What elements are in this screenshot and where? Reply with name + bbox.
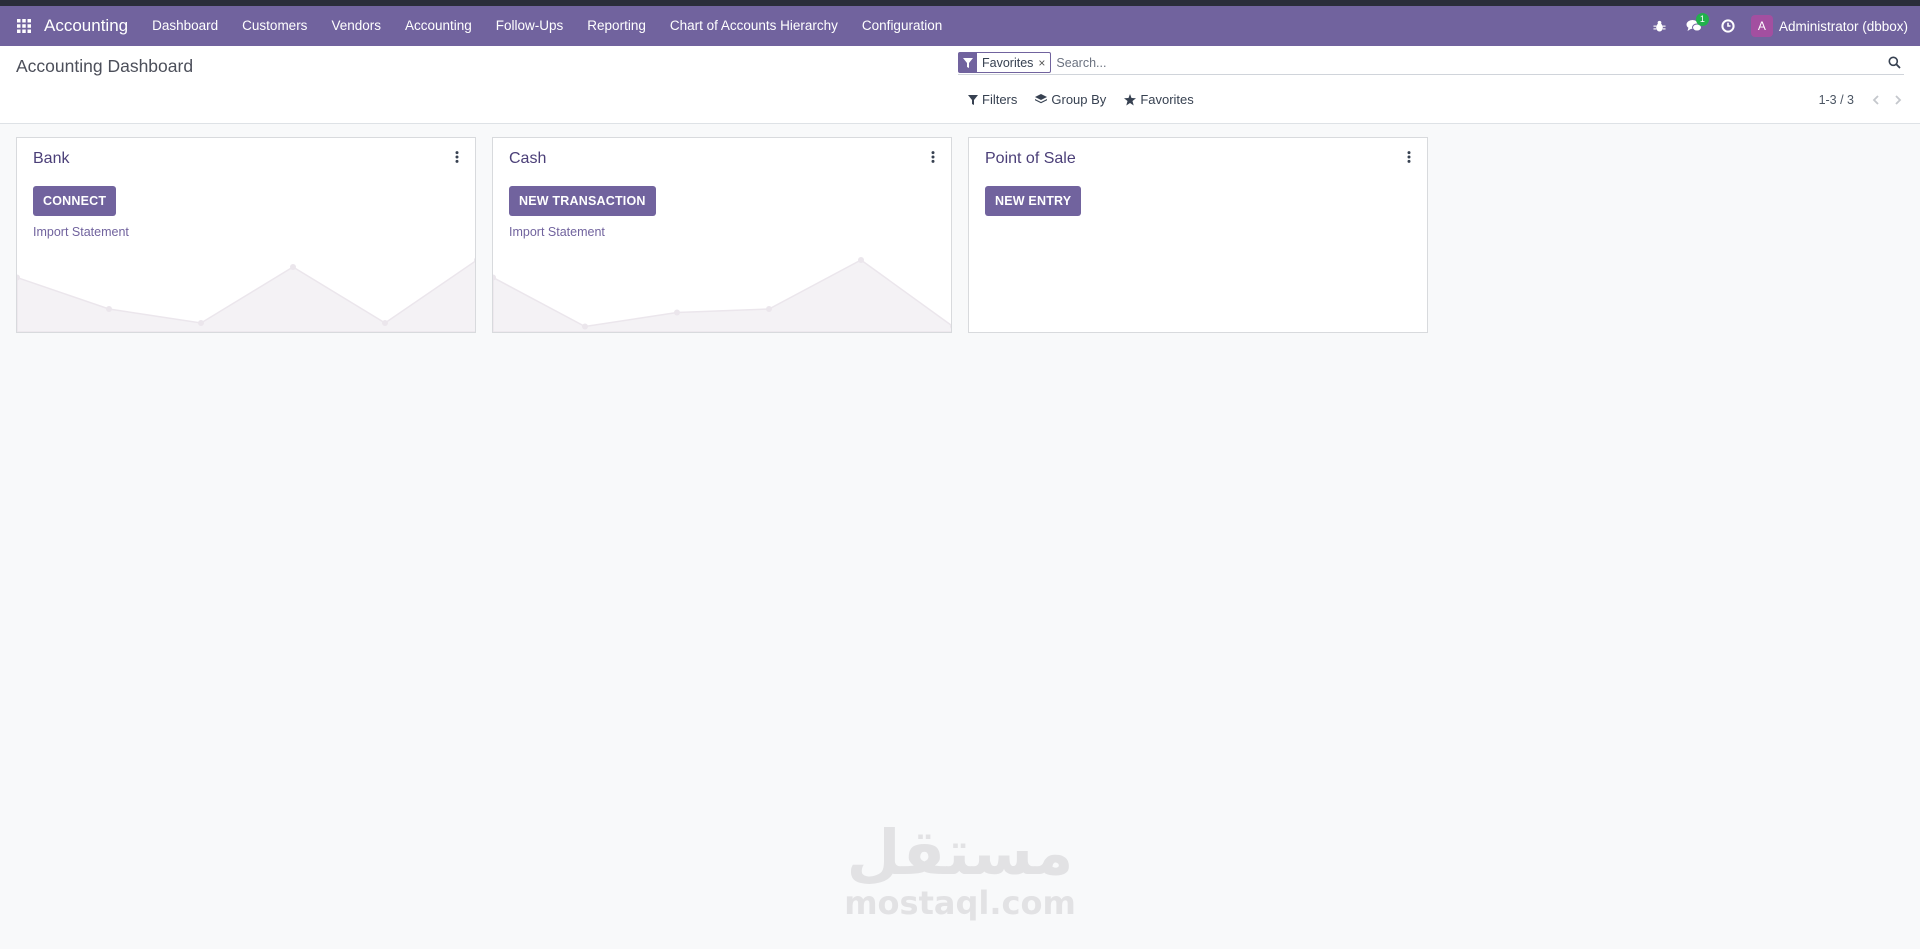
chat-icon[interactable]: 1 [1677,6,1711,46]
menu-item-reporting[interactable]: Reporting [575,6,658,46]
layers-icon [1035,94,1048,104]
bug-icon[interactable] [1643,6,1677,46]
card-title[interactable]: Cash [509,150,546,168]
menu-item-accounting[interactable]: Accounting [393,6,484,46]
facet-remove-icon[interactable]: × [1038,56,1050,70]
search-bar: Favorites × [958,51,1904,75]
group-by-button[interactable]: Group By [1035,92,1106,107]
import-statement-link[interactable]: Import Statement [33,225,129,239]
graph-point [106,306,112,312]
apps-grid-icon[interactable] [6,6,42,46]
watermark-arabic: مستقل [846,816,1074,889]
graph-point [582,323,588,330]
top-menu: Dashboard Customers Vendors Accounting F… [140,6,954,46]
watermark-latin: mostaql.com [844,884,1076,922]
chevron-right-icon[interactable] [1890,92,1906,108]
star-icon [1124,93,1137,105]
graph-point [198,320,204,326]
kebab-menu-icon[interactable] [451,149,463,165]
graph-point [766,306,772,312]
graph-point [382,320,388,326]
card-graph [493,257,951,332]
kebab-menu-icon[interactable] [1403,149,1415,165]
menu-item-configuration[interactable]: Configuration [850,6,954,46]
pager-value[interactable]: 1-3 / 3 [1819,93,1854,107]
page-title: Accounting Dashboard [16,56,194,76]
watermark-logo: مستقل mostaql.com [840,816,1080,922]
user-name: Administrator (dbbox) [1778,18,1908,34]
user-menu[interactable]: A Administrator (dbbox) [1745,15,1914,37]
menu-item-dashboard[interactable]: Dashboard [140,6,230,46]
menu-item-follow-ups[interactable]: Follow-Ups [484,6,576,46]
connect-button[interactable]: CONNECT [33,186,117,216]
filters-button[interactable]: Filters [968,92,1017,107]
menu-item-customers[interactable]: Customers [230,6,319,46]
search-facet-favorites: Favorites × [958,52,1052,73]
menu-item-chart-of-accounts-hierarchy[interactable]: Chart of Accounts Hierarchy [658,6,850,46]
new-entry-button[interactable]: NEW ENTRY [985,186,1082,216]
navbar-systray: 1 A Administrator (dbbox) [1643,6,1920,46]
graph-area [17,260,475,332]
control-panel: Accounting Dashboard Favorites × Filters… [0,46,1920,124]
journal-card-point-of-sale: Point of Sale NEW ENTRY [968,137,1428,333]
graph-point [674,309,680,316]
graph-point [858,257,864,263]
group-by-button-label: Group By [1051,92,1107,107]
card-title[interactable]: Bank [33,150,69,168]
search-input[interactable] [1056,55,1884,70]
messages-count-badge: 1 [1695,13,1709,26]
menu-item-vendors[interactable]: Vendors [319,6,393,46]
facet-value: Favorites [982,55,1034,70]
app-brand[interactable]: Accounting [44,16,128,36]
avatar: A [1750,15,1773,37]
clock-icon[interactable] [1711,6,1745,46]
filter-icon [959,53,977,72]
graph-point [290,264,296,270]
card-title[interactable]: Point of Sale [985,150,1076,168]
journal-card-bank: Bank CONNECT Import Statement [16,137,476,333]
graph-area [493,259,951,332]
filter-icon [968,94,978,105]
filters-button-label: Filters [982,92,1018,107]
kebab-menu-icon[interactable] [927,149,939,165]
card-graph [17,257,475,332]
import-statement-link[interactable]: Import Statement [509,225,605,239]
journal-card-cash: Cash NEW TRANSACTION Import Statement [492,137,952,333]
chevron-left-icon[interactable] [1868,92,1884,108]
new-transaction-button[interactable]: NEW TRANSACTION [509,186,656,216]
search-icon[interactable] [1884,53,1904,73]
main-navbar: Accounting Dashboard Customers Vendors A… [0,6,1920,46]
favorites-button[interactable]: Favorites [1124,92,1194,107]
search-panel-buttons: Filters Group By Favorites [968,92,1212,107]
favorites-button-label: Favorites [1140,92,1194,107]
